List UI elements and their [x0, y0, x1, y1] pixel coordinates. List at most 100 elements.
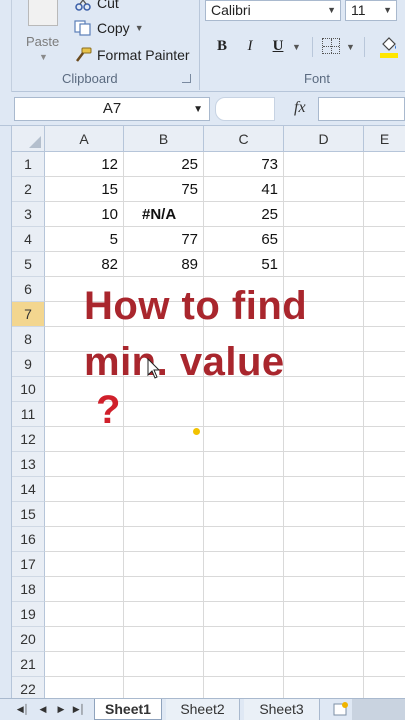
chevron-down-icon: ▼ — [383, 5, 392, 15]
separator — [312, 37, 313, 57]
format-painter-icon — [74, 47, 92, 63]
italic-button[interactable]: I — [240, 36, 260, 56]
last-sheet-icon[interactable]: ▶│ — [72, 702, 86, 716]
cut-button[interactable]: Cut — [74, 0, 119, 14]
row-header-2[interactable]: 2 — [12, 177, 45, 202]
format-painter-button[interactable]: Format Painter — [74, 44, 190, 66]
gridline — [45, 451, 405, 452]
worksheet-grid[interactable]: A B C D E 12 25 73 15 75 41 10 #N/A 25 5… — [0, 126, 405, 702]
gridline — [45, 251, 405, 252]
gridline — [45, 576, 405, 577]
underline-button[interactable]: U — [268, 36, 288, 56]
cell-b1[interactable]: 25 — [124, 152, 203, 177]
font-group-label: Font — [304, 71, 331, 86]
clipboard-dialog-launcher-icon[interactable] — [182, 74, 191, 83]
cell-c3[interactable]: 25 — [204, 202, 283, 227]
row-header-10[interactable]: 10 — [12, 377, 45, 402]
mouse-cursor-icon — [147, 357, 161, 380]
overlay-title-line2: min. value — [84, 340, 285, 384]
sheet-tab-sheet3[interactable]: Sheet3 — [244, 699, 320, 720]
row-header-15[interactable]: 15 — [12, 502, 45, 527]
insert-function-button[interactable]: fx — [294, 99, 306, 117]
row-header-3[interactable]: 3 — [12, 202, 45, 227]
copy-label: Copy — [97, 20, 130, 36]
next-sheet-icon[interactable]: ▶ — [54, 702, 68, 716]
cut-label: Cut — [97, 0, 119, 11]
bold-button[interactable]: B — [212, 36, 232, 56]
cell-c4[interactable]: 65 — [204, 227, 283, 252]
cell-b2[interactable]: 75 — [124, 177, 203, 202]
paste-label: Paste — [26, 34, 60, 49]
row-header-11[interactable]: 11 — [12, 402, 45, 427]
formula-input[interactable] — [318, 97, 405, 121]
row-header-19[interactable]: 19 — [12, 602, 45, 627]
cell-a1[interactable]: 12 — [45, 152, 123, 177]
cell-a3[interactable]: 10 — [45, 202, 123, 227]
cell-c5[interactable]: 51 — [204, 252, 283, 277]
gridline — [45, 601, 405, 602]
grid-left-strip — [0, 126, 12, 702]
row-header-6[interactable]: 6 — [12, 277, 45, 302]
column-header-d[interactable]: D — [284, 126, 364, 152]
cell-a4[interactable]: 5 — [45, 227, 123, 252]
borders-icon[interactable] — [322, 38, 340, 54]
paste-dropdown-icon[interactable]: ▼ — [39, 52, 48, 62]
row-header-8[interactable]: 8 — [12, 327, 45, 352]
font-size-select[interactable]: 11 ▼ — [345, 0, 397, 21]
copy-button[interactable]: Copy ▼ — [74, 17, 144, 39]
row-header-7[interactable]: 7 — [12, 302, 45, 327]
row-header-1[interactable]: 1 — [12, 152, 45, 177]
paste-button[interactable]: Paste ▼ — [22, 0, 66, 68]
column-header-e[interactable]: E — [364, 126, 405, 152]
font-size-value: 11 — [351, 2, 366, 18]
cell-a5[interactable]: 82 — [45, 252, 123, 277]
cell-b3[interactable]: #N/A — [124, 202, 203, 227]
row-header-21[interactable]: 21 — [12, 652, 45, 677]
group-separator — [199, 0, 200, 90]
cell-a2[interactable]: 15 — [45, 177, 123, 202]
row-header-20[interactable]: 20 — [12, 627, 45, 652]
borders-dropdown-icon[interactable]: ▼ — [346, 42, 355, 52]
copy-dropdown-icon[interactable]: ▼ — [135, 23, 144, 33]
gridline — [45, 626, 405, 627]
gridline — [45, 651, 405, 652]
column-header-c[interactable]: C — [204, 126, 284, 152]
prev-sheet-icon[interactable]: ◀ — [36, 702, 50, 716]
row-header-13[interactable]: 13 — [12, 452, 45, 477]
gridline — [45, 676, 405, 677]
name-box[interactable]: A7 ▼ — [14, 97, 210, 121]
row-header-16[interactable]: 16 — [12, 527, 45, 552]
chevron-down-icon: ▼ — [193, 104, 203, 115]
new-sheet-icon[interactable] — [332, 701, 350, 717]
cell-c2[interactable]: 41 — [204, 177, 283, 202]
row-header-5[interactable]: 5 — [12, 252, 45, 277]
underline-dropdown-icon[interactable]: ▼ — [292, 42, 301, 52]
fill-color-icon[interactable] — [380, 36, 398, 58]
sheet-tab-bar: ◀│ ◀ ▶ ▶│ Sheet1 Sheet2 Sheet3 — [0, 698, 405, 720]
first-sheet-icon[interactable]: ◀│ — [16, 702, 30, 716]
gridline — [45, 226, 405, 227]
column-header-a[interactable]: A — [45, 126, 124, 152]
row-header-17[interactable]: 17 — [12, 552, 45, 577]
row-header-4[interactable]: 4 — [12, 227, 45, 252]
row-header-9[interactable]: 9 — [12, 352, 45, 377]
sheet-tab-sheet1[interactable]: Sheet1 — [94, 699, 162, 720]
name-box-value: A7 — [102, 100, 122, 117]
cell-b5[interactable]: 89 — [124, 252, 203, 277]
gridline — [283, 152, 284, 702]
column-header-b[interactable]: B — [124, 126, 204, 152]
ribbon: Paste ▼ Cut Copy ▼ Format Painter Clipbo… — [0, 0, 405, 92]
font-name-select[interactable]: Calibri ▼ — [205, 0, 341, 21]
format-painter-label: Format Painter — [97, 47, 190, 63]
gridline — [45, 276, 405, 277]
cell-c1[interactable]: 73 — [204, 152, 283, 177]
formula-bar-resize-handle[interactable] — [215, 97, 275, 121]
clipboard-group-label: Clipboard — [62, 71, 118, 86]
row-header-12[interactable]: 12 — [12, 427, 45, 452]
select-all-button[interactable] — [12, 126, 45, 152]
row-header-18[interactable]: 18 — [12, 577, 45, 602]
separator — [364, 37, 365, 57]
cell-b4[interactable]: 77 — [124, 227, 203, 252]
row-header-14[interactable]: 14 — [12, 477, 45, 502]
sheet-tab-sheet2[interactable]: Sheet2 — [166, 699, 240, 720]
